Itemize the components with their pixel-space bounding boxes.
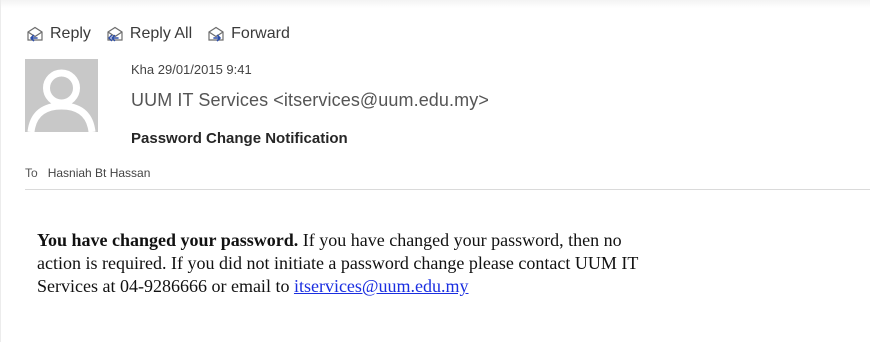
reply-all-label: Reply All (129, 25, 193, 42)
message-toolbar: Reply Reply All Forward (25, 22, 290, 46)
reply-icon (25, 25, 45, 43)
reply-all-button[interactable]: Reply All (105, 25, 192, 43)
recipient-name[interactable]: Hasniah Bt Hassan (48, 166, 151, 180)
email-link[interactable]: itservices@uum.edu.my (294, 276, 469, 296)
forward-button[interactable]: Forward (206, 25, 290, 43)
message-body: You have changed your password. If you h… (37, 229, 863, 298)
forward-label: Forward (231, 25, 290, 42)
reply-all-icon (105, 25, 125, 43)
body-line-2: action is required. If you did not initi… (37, 253, 639, 273)
forward-icon (206, 25, 226, 43)
body-line-1: If you have changed your password, then … (298, 230, 622, 250)
body-line-3: Services at 04-9286666 or email to (37, 276, 294, 296)
sender-address[interactable]: UUM IT Services <itservices@uum.edu.my> (131, 90, 489, 111)
avatar-placeholder-icon (27, 69, 96, 132)
to-label: To (25, 166, 38, 180)
body-headline: You have changed your password. (37, 230, 299, 250)
header-divider (25, 189, 870, 190)
sent-datetime: Kha 29/01/2015 9:41 (131, 62, 252, 77)
reply-label: Reply (50, 25, 91, 42)
message-subject: Password Change Notification (131, 130, 348, 147)
top-edge (1, 0, 870, 8)
recipient-line: To Hasniah Bt Hassan (25, 166, 150, 180)
email-reading-pane: Reply Reply All Forward Kha 29/01/2015 9… (0, 0, 870, 342)
sender-avatar (25, 59, 98, 132)
reply-button[interactable]: Reply (25, 25, 91, 43)
